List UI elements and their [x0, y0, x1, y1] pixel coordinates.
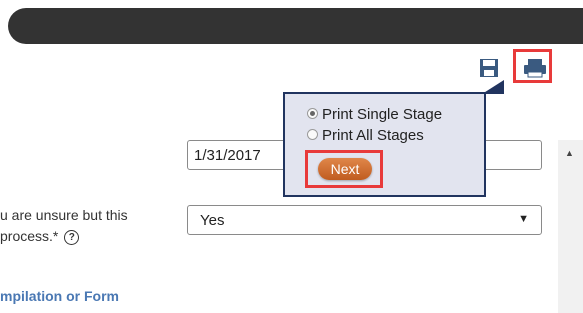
print-icon — [524, 59, 546, 78]
radio-print-single-label: Print Single Stage — [322, 106, 443, 123]
top-bar — [8, 8, 583, 44]
help-icon[interactable]: ? — [64, 230, 80, 245]
radio-print-single[interactable]: Print Single Stage — [307, 106, 442, 123]
answer-select[interactable]: Yes ▼ — [187, 205, 542, 235]
scroll-up-icon[interactable]: ▲ — [565, 148, 574, 158]
save-icon[interactable] — [479, 58, 499, 78]
next-highlight: Next — [305, 150, 383, 188]
print-popover: Print Single Stage Print All Stages Next — [283, 92, 486, 197]
section-title[interactable]: mpilation or Form — [0, 288, 119, 304]
answer-select-value: Yes — [200, 212, 225, 229]
radio-unchecked-icon[interactable] — [307, 129, 318, 140]
radio-print-all-label: Print All Stages — [322, 127, 424, 144]
chevron-down-icon: ▼ — [518, 213, 529, 225]
question-label: u are unsure but this process.* ? — [0, 205, 175, 247]
next-button[interactable]: Next — [318, 158, 372, 180]
scrollbar[interactable]: ▲ — [558, 140, 583, 313]
radio-checked-icon[interactable] — [307, 108, 318, 119]
radio-print-all[interactable]: Print All Stages — [307, 127, 424, 144]
print-button[interactable] — [513, 49, 552, 83]
